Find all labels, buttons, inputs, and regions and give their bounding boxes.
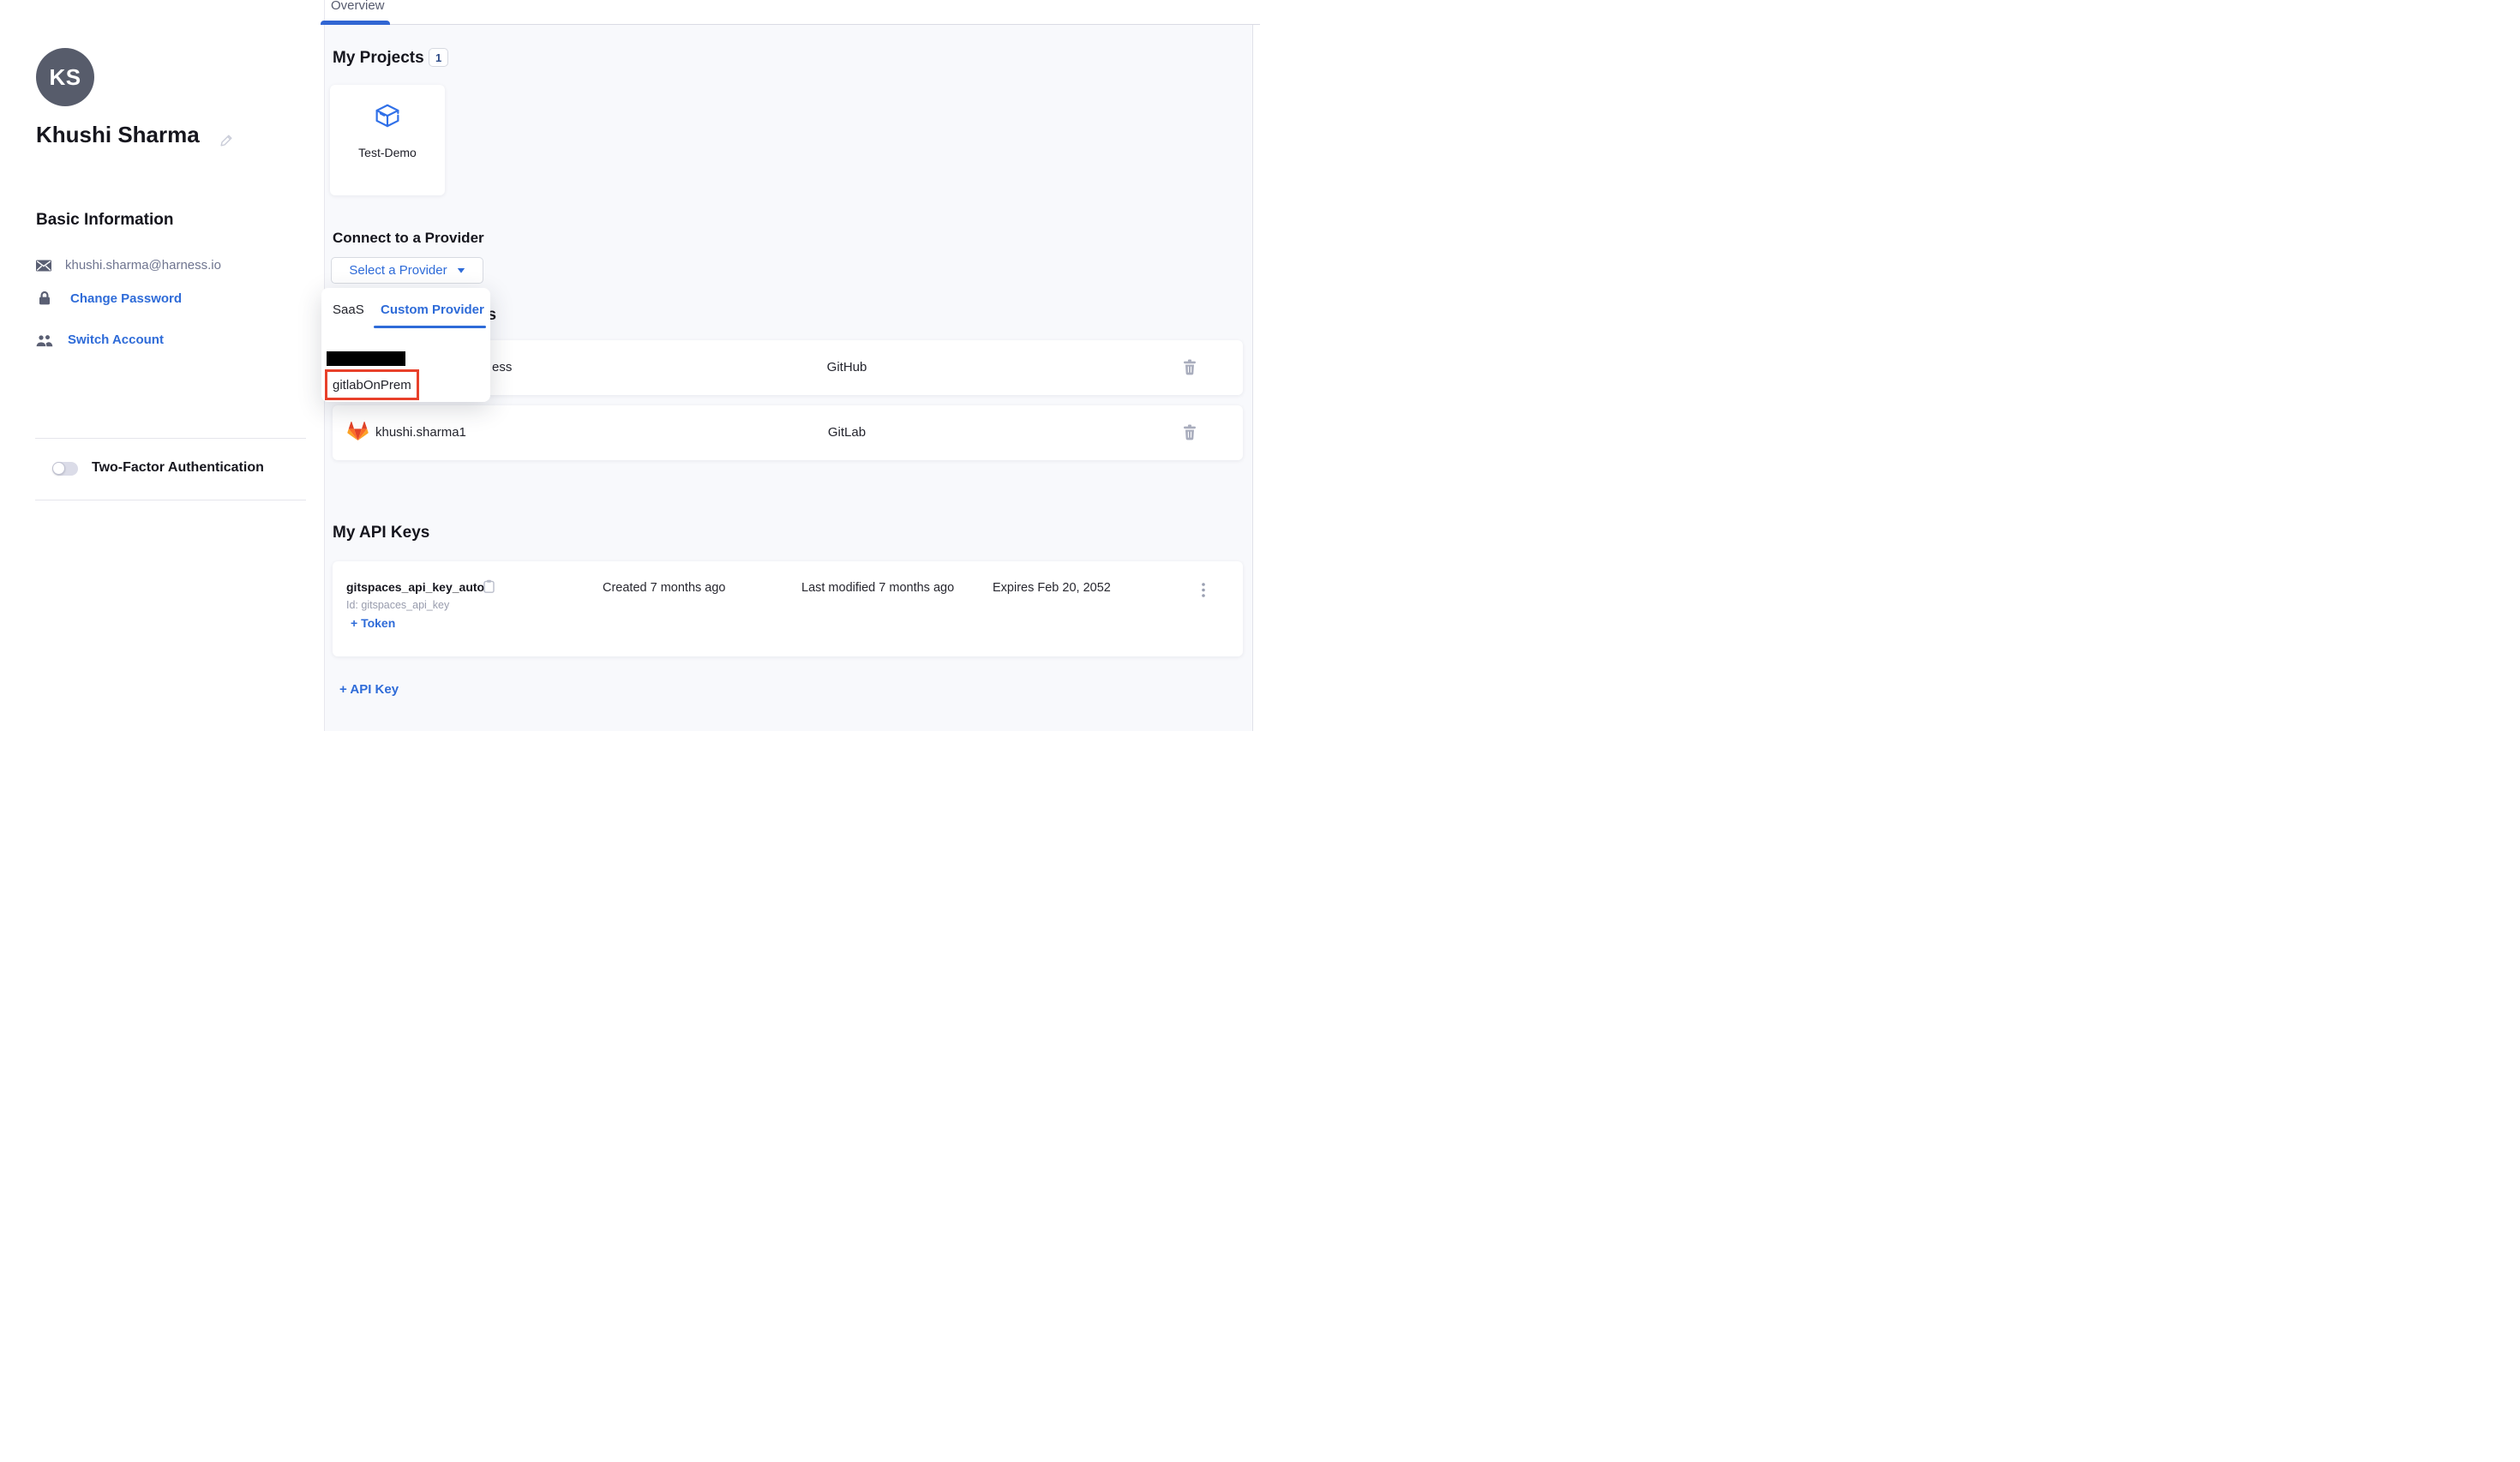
api-key-card: gitspaces_api_key_auto Created 7 months … xyxy=(333,561,1243,656)
email-row: khushi.sharma@harness.io xyxy=(36,258,221,273)
provider-dropdown: SaaS Custom Provider gitlabOnPrem xyxy=(321,288,490,402)
dropdown-tab-custom-provider[interactable]: Custom Provider xyxy=(381,303,484,317)
lock-icon xyxy=(38,291,57,306)
change-password-row: Change Password xyxy=(38,291,182,306)
avatar-initials: KS xyxy=(49,64,81,91)
kebab-menu-icon[interactable] xyxy=(1197,581,1210,599)
my-api-keys-title: My API Keys xyxy=(333,524,429,542)
edit-name-pencil-icon[interactable] xyxy=(219,133,234,147)
projects-count: 1 xyxy=(435,51,441,64)
dropdown-tab-saas[interactable]: SaaS xyxy=(333,303,364,317)
two-factor-label: Two-Factor Authentication xyxy=(92,460,264,476)
api-key-name: gitspaces_api_key_auto xyxy=(346,580,484,594)
tab-bar xyxy=(325,0,1260,25)
trash-icon[interactable] xyxy=(1183,424,1197,440)
provider-type-label: GitHub xyxy=(761,360,933,374)
api-key-last-modified: Last modified 7 months ago xyxy=(801,581,954,595)
sidebar: KS Khushi Sharma Basic Information khush… xyxy=(0,0,325,731)
api-key-created: Created 7 months ago xyxy=(603,581,725,595)
menu-item-label: gitlabOnPrem xyxy=(327,378,411,392)
provider-type-label: GitLab xyxy=(761,425,933,440)
two-factor-toggle[interactable] xyxy=(52,462,78,476)
api-key-id: Id: gitspaces_api_key xyxy=(346,599,449,611)
provider-row-gitlab: khushi.sharma1 GitLab xyxy=(333,405,1243,460)
github-account-fragment: ess xyxy=(492,360,512,374)
toggle-knob xyxy=(52,462,65,475)
project-name: Test-Demo xyxy=(330,146,445,159)
scrollbar-gutter xyxy=(1252,25,1260,731)
switch-account-link[interactable]: Switch Account xyxy=(68,333,164,347)
switch-account-row: Switch Account xyxy=(35,333,164,347)
chevron-down-icon xyxy=(457,268,465,273)
gitlab-account-name: khushi.sharma1 xyxy=(375,425,466,440)
mail-icon xyxy=(36,260,55,272)
avatar: KS xyxy=(36,48,94,106)
profile-name: Khushi Sharma xyxy=(36,122,200,148)
project-card[interactable]: Test-Demo xyxy=(330,85,445,195)
email-value: khushi.sharma@harness.io xyxy=(65,258,221,273)
sidebar-divider-top xyxy=(35,438,306,439)
copy-icon[interactable] xyxy=(483,579,495,593)
redacted-menu-item[interactable] xyxy=(327,351,405,366)
connect-provider-title: Connect to a Provider xyxy=(333,230,484,247)
profile-page: KS Khushi Sharma Basic Information khush… xyxy=(0,0,1260,731)
gitlab-icon xyxy=(347,422,369,441)
add-token-button[interactable]: + Token xyxy=(351,616,395,630)
add-api-key-button[interactable]: + API Key xyxy=(339,682,399,697)
change-password-link[interactable]: Change Password xyxy=(70,291,182,306)
dropdown-active-tab-underline xyxy=(374,326,486,328)
my-projects-title: My Projects xyxy=(333,49,424,68)
select-provider-label: Select a Provider xyxy=(349,263,447,278)
basic-information-title: Basic Information xyxy=(36,211,173,230)
projects-count-badge: 1 xyxy=(429,48,448,67)
switch-account-icon xyxy=(35,333,54,347)
tab-overview[interactable]: Overview xyxy=(331,0,385,13)
api-key-expires: Expires Feb 20, 2052 xyxy=(993,581,1111,595)
menu-item-gitlabonprem-highlighted[interactable]: gitlabOnPrem xyxy=(325,369,419,400)
trash-icon[interactable] xyxy=(1183,359,1197,375)
project-box-icon xyxy=(374,103,401,129)
select-provider-button[interactable]: Select a Provider xyxy=(331,257,483,284)
